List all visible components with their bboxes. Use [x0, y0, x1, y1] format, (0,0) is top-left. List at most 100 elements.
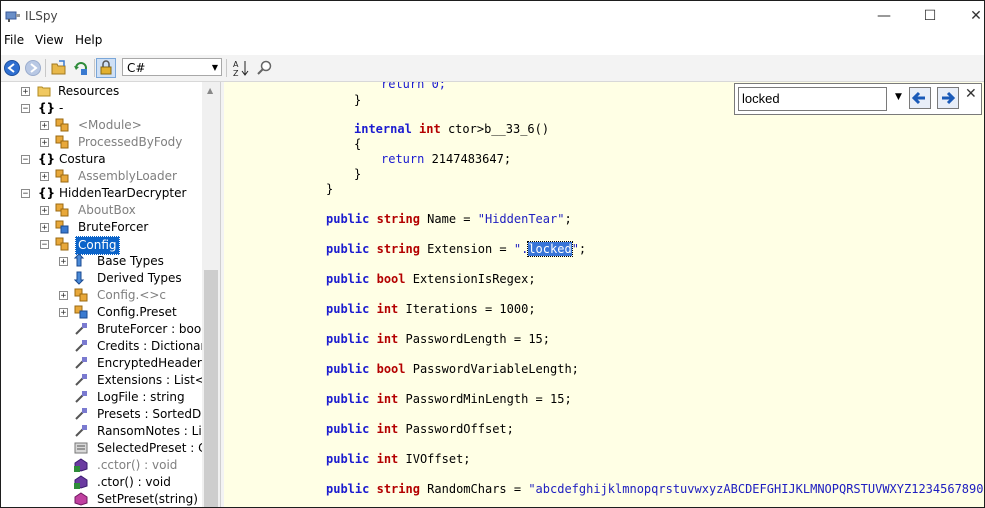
arrow-left-icon	[911, 91, 925, 105]
tree-item-label: <Module>	[78, 118, 142, 132]
class-icon	[74, 305, 88, 319]
close-button[interactable]: ✕	[953, 1, 984, 31]
property-icon	[75, 374, 87, 386]
class-icon	[55, 203, 69, 217]
tree-item-label: Costura	[59, 152, 106, 166]
property-icon	[75, 340, 87, 352]
svg-text:Z: Z	[233, 69, 239, 77]
tree-item-label: Base Types	[97, 254, 164, 268]
svg-text:A: A	[233, 60, 239, 69]
decompiled-code-view[interactable]: return 0; } internal int ctor>b__33_6() …	[224, 82, 984, 507]
code-line-passwordoffset: public int PasswordOffset;	[326, 422, 514, 436]
search-close-button[interactable]: ✕	[965, 86, 977, 102]
expand-icon[interactable]: +	[59, 291, 68, 301]
window-title: ILSpy	[25, 9, 58, 23]
base-types-icon	[74, 254, 85, 267]
tree-item-label: Derived Types	[97, 271, 182, 285]
code-line: {	[354, 137, 362, 151]
tree-item-label: BruteForcer : bool	[97, 322, 205, 336]
show-internal-icon[interactable]	[96, 58, 116, 78]
toolbar: C# ▼ A Z	[1, 55, 984, 82]
method-icon	[74, 458, 88, 472]
collapse-icon[interactable]: −	[21, 189, 30, 199]
tree-item-label: HiddenTearDecrypter	[59, 186, 187, 200]
code-line-passwordminlength: public int PasswordMinLength = 15;	[326, 392, 572, 406]
class-icon	[55, 118, 69, 132]
tree-item-label: SetPreset(string) : v	[97, 492, 217, 506]
scrollbar-thumb[interactable]	[204, 270, 218, 507]
tree-item-label: SelectedPreset : Co	[97, 441, 214, 455]
scroll-up-icon[interactable]: ▲	[207, 86, 213, 95]
search-panel: locked ▼ ✕	[734, 83, 982, 115]
maximize-button[interactable]: ☐	[907, 1, 953, 31]
open-icon[interactable]	[50, 59, 68, 77]
class-icon	[55, 135, 69, 149]
property-icon	[75, 391, 87, 403]
code-line-ivoffset: public int IVOffset;	[326, 452, 471, 466]
tree-item-label: Resources	[58, 84, 120, 98]
find-next-button[interactable]	[937, 87, 959, 109]
class-icon	[55, 237, 69, 251]
sort-icon[interactable]: A Z	[232, 59, 250, 77]
code-line: internal int ctor>b__33_6()	[354, 122, 550, 136]
property-icon	[75, 357, 87, 369]
search-icon[interactable]	[256, 59, 274, 77]
menu-help[interactable]: Help	[75, 33, 102, 47]
expand-icon[interactable]: +	[59, 308, 68, 318]
ilspy-window: ILSpy — ☐ ✕ File View Help C# ▼ A Z + Re…	[0, 0, 985, 508]
method-icon	[74, 492, 88, 506]
class-icon	[55, 220, 69, 234]
minimize-button[interactable]: —	[861, 1, 907, 31]
title-bar[interactable]: ILSpy — ☐ ✕	[1, 1, 984, 31]
code-line-passwordlength: public int PasswordLength = 15;	[326, 332, 550, 346]
search-history-dropdown[interactable]: ▼	[895, 92, 902, 102]
back-icon[interactable]	[3, 59, 21, 77]
expand-icon[interactable]: +	[40, 121, 49, 131]
derived-types-icon	[74, 271, 85, 285]
ilspy-app-icon	[5, 11, 20, 22]
code-line-extensionisregex: public bool ExtensionIsRegex;	[326, 272, 536, 286]
expand-icon[interactable]: +	[59, 257, 68, 267]
tree-item-label: BruteForcer	[78, 220, 149, 234]
code-line-randomchars: public string RandomChars = "abcdefghijk…	[326, 482, 984, 496]
menu-view[interactable]: View	[35, 33, 63, 47]
tree-item-label: Config.<>c	[97, 288, 167, 302]
tree-item-label: -	[59, 101, 64, 115]
expand-icon[interactable]: +	[40, 206, 49, 216]
language-value: C#	[127, 61, 146, 75]
folder-icon	[37, 86, 51, 97]
search-match-highlight: locked	[527, 241, 573, 257]
menu-file[interactable]: File	[4, 33, 24, 47]
code-line-passwordvariablelength: public bool PasswordVariableLength;	[326, 362, 579, 376]
toolbar-separator	[226, 59, 227, 77]
search-input[interactable]: locked	[738, 87, 887, 111]
tree-item-label: .ctor() : void	[97, 475, 171, 489]
code-line: }	[326, 182, 334, 196]
arrow-right-icon	[942, 91, 956, 105]
code-line-iterations: public int Iterations = 1000;	[326, 302, 536, 316]
language-select[interactable]: C# ▼	[122, 58, 222, 76]
toolbar-separator	[94, 59, 95, 77]
expand-icon[interactable]: +	[40, 172, 49, 182]
code-line-extension: public string Extension = ".locked";	[326, 241, 587, 257]
collapse-icon[interactable]: −	[40, 240, 49, 250]
expand-icon[interactable]: +	[40, 138, 49, 148]
forward-icon[interactable]	[24, 59, 42, 77]
code-line: }	[354, 93, 362, 107]
namespace-icon: {}	[38, 152, 56, 166]
assembly-tree[interactable]: + Resources − {} - + <Module> + Processe…	[1, 82, 221, 507]
find-previous-button[interactable]	[909, 87, 931, 109]
namespace-icon: {}	[38, 101, 56, 115]
tree-item-label: Config.Preset	[97, 305, 177, 319]
expand-icon[interactable]: +	[21, 87, 30, 97]
tree-item-label: Credits : Dictionary	[97, 339, 213, 353]
collapse-icon[interactable]: −	[21, 155, 30, 165]
tree-scrollbar[interactable]: ▲	[202, 82, 220, 507]
tree-item-label: LogFile : string	[97, 390, 185, 404]
namespace-icon: {}	[38, 186, 56, 200]
class-icon	[55, 169, 69, 183]
code-line: }	[354, 167, 362, 181]
reload-icon[interactable]	[72, 59, 90, 77]
expand-icon[interactable]: +	[40, 223, 49, 233]
collapse-icon[interactable]: −	[21, 104, 30, 114]
